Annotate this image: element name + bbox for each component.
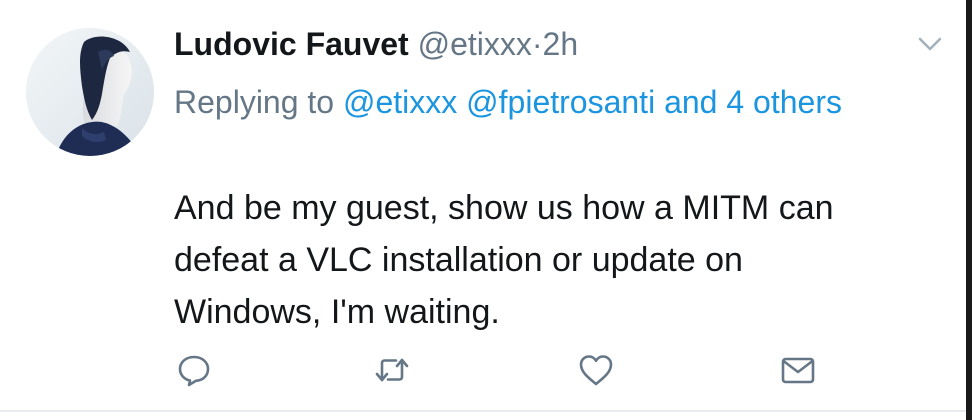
- retweet-button[interactable]: [372, 350, 412, 390]
- tweet-card: Ludovic Fauvet @etixxx·2h Replying to @e…: [0, 0, 972, 420]
- author-name[interactable]: Ludovic Fauvet: [174, 26, 409, 62]
- reply-button[interactable]: [174, 350, 214, 390]
- tweet-text: And be my guest, show us how a MITM can …: [174, 182, 954, 338]
- separator-dot: ·: [531, 26, 543, 62]
- reply-icon: [178, 355, 210, 387]
- tweet-text-line: And be my guest, show us how a MITM can: [174, 189, 834, 227]
- mention-link[interactable]: @etixxx: [343, 84, 457, 120]
- avatar-image: [26, 28, 154, 156]
- tweet-header: Ludovic Fauvet @etixxx·2h: [174, 24, 578, 64]
- retweet-icon: [375, 358, 409, 382]
- tweet-text-line: defeat a VLC installation or update on: [174, 241, 743, 279]
- window-edge: [966, 0, 972, 420]
- share-via-dm-button[interactable]: [778, 350, 818, 390]
- like-button[interactable]: [576, 350, 616, 390]
- others-link[interactable]: and 4 others: [664, 84, 842, 120]
- tweet-actions: [174, 350, 834, 390]
- tweet-text-line: Windows, I'm waiting.: [174, 293, 500, 331]
- tweet-timestamp[interactable]: 2h: [543, 26, 579, 62]
- author-handle[interactable]: @etixxx: [418, 26, 532, 62]
- mail-icon: [781, 357, 815, 384]
- replying-prefix: Replying to: [174, 84, 335, 120]
- heart-icon: [579, 355, 613, 386]
- mention-link[interactable]: @fpietrosanti: [466, 84, 655, 120]
- chevron-down-icon[interactable]: [914, 32, 946, 56]
- replying-to: Replying to @etixxx @fpietrosanti and 4 …: [174, 76, 934, 128]
- divider: [0, 410, 966, 412]
- avatar[interactable]: [26, 28, 154, 156]
